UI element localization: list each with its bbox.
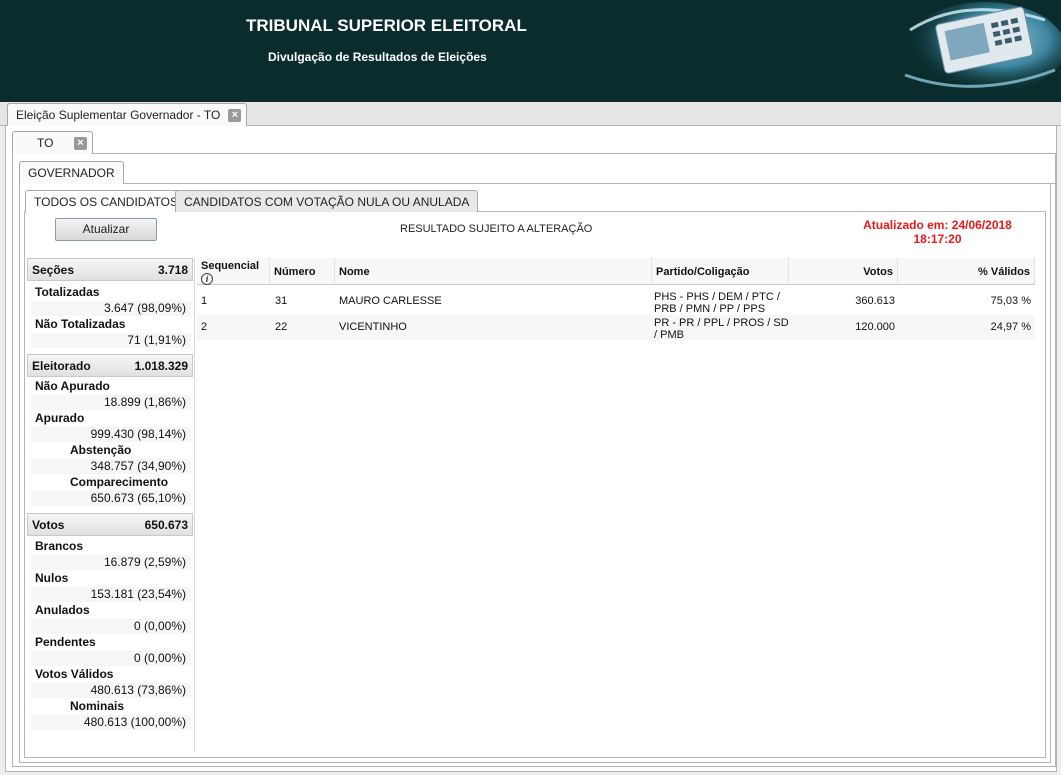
nao-apurado-label: Não Apurado: [35, 379, 110, 393]
page-title: TRIBUNAL SUPERIOR ELEITORAL: [246, 16, 527, 35]
tab-state-label: TO: [37, 136, 54, 150]
updated-date: Atualizado em: 24/06/2018: [863, 218, 1012, 232]
abstencao-label: Abstenção: [70, 443, 132, 457]
tab-state[interactable]: TO ×: [12, 131, 93, 154]
eleitorado-value: 1.018.329: [134, 359, 188, 373]
row-nome: VICENTINHO: [339, 321, 407, 333]
col-sequencial-label: Sequencial: [201, 260, 260, 272]
row-validos: 75,03 %: [990, 295, 1031, 307]
row-numero: 22: [275, 321, 288, 333]
app-header: TRIBUNAL SUPERIOR ELEITORAL Divulgação d…: [0, 0, 1061, 102]
table-row[interactable]: 2 22 VICENTINHO PR - PR / PPL / PROS / S…: [197, 315, 1035, 341]
anulados-label: Anulados: [35, 603, 90, 617]
info-icon[interactable]: i: [201, 273, 213, 285]
eleitorado-header: Eleitorado 1.018.329: [27, 354, 193, 377]
row-partido: PHS - PHS / DEM / PTC / PRB / PMN / PP /…: [654, 291, 780, 315]
abstencao-value: 348.757 (34,90%): [90, 459, 186, 473]
col-header-partido[interactable]: Partido/Coligação: [652, 258, 789, 285]
tab-election-label: Eleição Suplementar Governador - TO: [16, 108, 221, 122]
secoes-label: Seções: [32, 263, 75, 277]
votos-label: Votos: [32, 518, 65, 532]
votos-validos-value: 480.613 (73,86%): [90, 683, 186, 697]
summary-panel: Seções 3.718 Totalizadas 3.647 (98,09%) …: [27, 258, 195, 752]
candidate-filter-tabbar: TODOS OS CANDIDATOS CANDIDATOS COM VOTAÇ…: [24, 190, 1046, 213]
row-seq: 2: [201, 321, 208, 333]
tab-election[interactable]: Eleição Suplementar Governador - TO ×: [7, 103, 248, 126]
anulados-value: 0 (0,00%): [133, 619, 186, 633]
brancos-value: 16.879 (2,59%): [103, 555, 186, 569]
apurado-value: 999.430 (98,14%): [90, 427, 186, 441]
totalizadas-value: 3.647 (98,09%): [103, 301, 186, 315]
close-icon[interactable]: ×: [74, 137, 87, 150]
tab-governador[interactable]: GOVERNADOR: [19, 161, 124, 184]
tab-todos-candidatos[interactable]: TODOS OS CANDIDATOS: [25, 190, 188, 213]
nulos-value: 153.181 (23,54%): [90, 587, 186, 601]
tab-candidatos-nulos[interactable]: CANDIDATOS COM VOTAÇÃO NULA OU ANULADA: [175, 190, 479, 212]
election-tabbar: Eleição Suplementar Governador - TO ×: [0, 102, 1061, 126]
updated-time: 18:17:20: [913, 232, 962, 246]
nao-totalizadas-label: Não Totalizadas: [35, 317, 126, 331]
comparecimento-label: Comparecimento: [70, 475, 169, 489]
refresh-button[interactable]: Atualizar: [55, 218, 157, 241]
votos-validos-label: Votos Válidos: [35, 667, 114, 681]
updated-timestamp: Atualizado em: 24/06/2018 18:17:20: [855, 218, 1020, 246]
brancos-label: Brancos: [35, 539, 84, 553]
col-header-numero[interactable]: Número: [270, 258, 335, 285]
comparecimento-value: 650.673 (65,10%): [90, 491, 186, 505]
close-icon[interactable]: ×: [228, 109, 242, 122]
pendentes-label: Pendentes: [35, 635, 96, 649]
nominais-label: Nominais: [70, 699, 125, 713]
nao-totalizadas-value: 71 (1,91%): [127, 333, 186, 347]
apurado-label: Apurado: [35, 411, 85, 425]
col-header-validos[interactable]: % Válidos: [898, 258, 1035, 285]
col-header-sequencial[interactable]: Sequencial i: [197, 258, 270, 285]
eleitorado-label: Eleitorado: [32, 359, 91, 373]
row-votos: 120.000: [855, 321, 895, 333]
totalizadas-label: Totalizadas: [35, 285, 100, 299]
row-validos: 24,97 %: [990, 321, 1031, 333]
nao-apurado-value: 18.899 (1,86%): [103, 395, 186, 409]
votos-value: 650.673: [144, 518, 188, 532]
row-nome: MAURO CARLESSE: [339, 295, 442, 307]
row-numero: 31: [275, 295, 288, 307]
pendentes-value: 0 (0,00%): [133, 651, 186, 665]
state-tabbar: TO ×: [12, 131, 1056, 154]
col-header-votos[interactable]: Votos: [789, 258, 898, 285]
votos-header: Votos 650.673: [27, 513, 193, 536]
row-partido: PR - PR / PPL / PROS / SD / PMB: [654, 317, 789, 341]
result-notice: RESULTADO SUJEITO A ALTERAÇÃO: [400, 223, 593, 235]
tab-governador-label: GOVERNADOR: [28, 166, 115, 180]
secoes-value: 3.718: [157, 263, 188, 277]
col-header-nome[interactable]: Nome: [335, 258, 652, 285]
voting-machine-logo: [904, 2, 1061, 94]
secoes-header: Seções 3.718: [27, 258, 193, 281]
table-row[interactable]: 1 31 MAURO CARLESSE PHS - PHS / DEM / PT…: [197, 289, 1035, 315]
nulos-label: Nulos: [35, 571, 69, 585]
nominais-value: 480.613 (100,00%): [83, 715, 186, 729]
row-votos: 360.613: [855, 295, 895, 307]
office-tabbar: GOVERNADOR: [19, 161, 1055, 184]
row-seq: 1: [201, 295, 208, 307]
page-subtitle: Divulgação de Resultados de Eleições: [268, 50, 487, 64]
